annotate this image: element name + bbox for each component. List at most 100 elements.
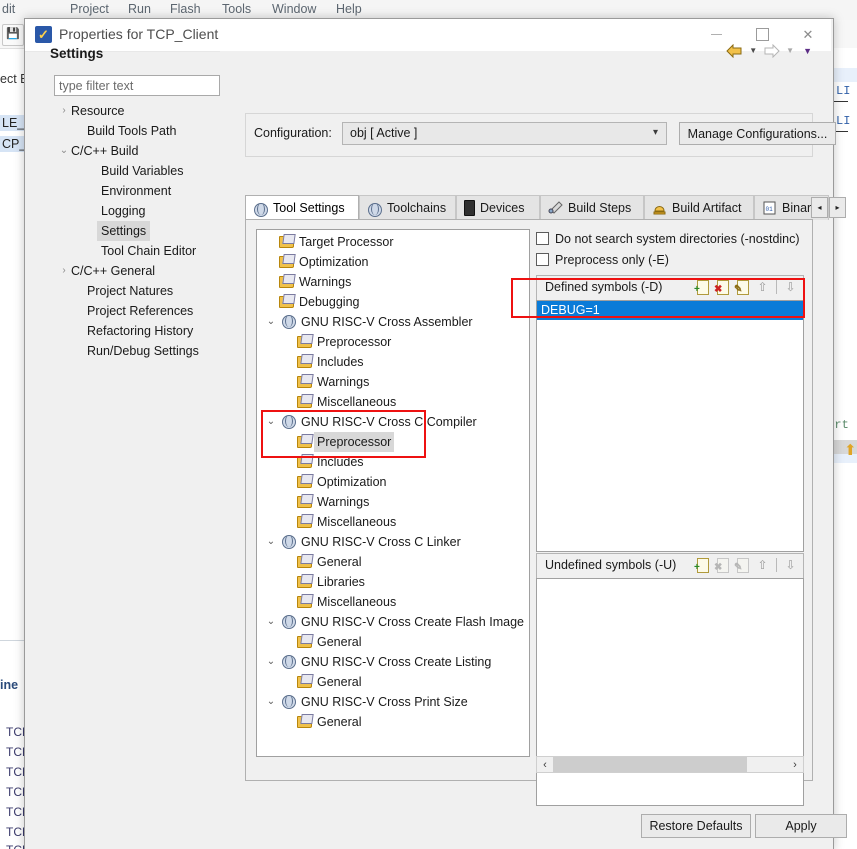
chevron-down-icon[interactable]: ⌄ (265, 532, 277, 552)
tab-build-steps[interactable]: Build Steps (540, 195, 644, 220)
tool-item-asm-warnings[interactable]: Warnings (257, 372, 529, 392)
delete-icon[interactable]: ✖ (714, 279, 730, 295)
edit-icon: ✎ (734, 557, 750, 573)
editor-code-2: LI (836, 114, 851, 128)
scroll-right-button[interactable]: › (787, 757, 803, 772)
chevron-down-icon[interactable]: ⌄ (57, 141, 71, 161)
sidebar-item-cpp-general[interactable]: › C/C++ General (49, 261, 229, 281)
tab-scroll-right-button[interactable]: ▸ (829, 197, 846, 218)
tool-item-cc-preprocessor[interactable]: Preprocessor (257, 432, 529, 452)
tab-devices[interactable]: Devices (456, 195, 540, 220)
tool-group-c-compiler[interactable]: ⌄ GNU RISC-V Cross C Compiler (257, 412, 529, 432)
tool-group-c-linker[interactable]: ⌄ GNU RISC-V Cross C Linker (257, 532, 529, 552)
restore-defaults-button[interactable]: Restore Defaults (641, 814, 751, 838)
tool-item-cc-includes[interactable]: Includes (257, 452, 529, 472)
tool-item-cc-optimization[interactable]: Optimization (257, 472, 529, 492)
checkbox-row-nostdinc[interactable]: Do not search system directories (-nostd… (536, 228, 804, 249)
menu-edit[interactable]: dit (2, 2, 15, 16)
tool-item-flash-general[interactable]: General (257, 632, 529, 652)
back-dropdown-caret-icon[interactable]: ▼ (746, 46, 760, 55)
checkbox-preprocess-only[interactable] (536, 253, 549, 266)
sidebar-item-refactoring-history[interactable]: Refactoring History (49, 321, 229, 341)
sidebar-item-resource[interactable]: › Resource (49, 101, 229, 121)
menu-project[interactable]: Project (70, 2, 109, 16)
tool-tree-box[interactable]: Target Processor Optimization Warnings D… (256, 229, 530, 757)
forward-dropdown-caret-icon[interactable]: ▼ (783, 46, 797, 55)
scrollbar-thumb[interactable] (553, 757, 748, 772)
sidebar-item-settings[interactable]: Settings (49, 221, 229, 241)
move-up-icon[interactable]: ⇧ (755, 280, 770, 294)
tool-label: Debugging (299, 295, 360, 309)
scroll-left-button[interactable]: ‹ (537, 757, 553, 772)
chevron-down-icon[interactable]: ⌄ (265, 312, 277, 332)
tool-label: Warnings (317, 375, 370, 389)
tool-item-debugging[interactable]: Debugging (257, 292, 529, 312)
tool-item-target-processor[interactable]: Target Processor (257, 232, 529, 252)
sidebar-item-build-variables[interactable]: Build Variables (49, 161, 229, 181)
up-arrow-icon[interactable]: ⬆ (844, 441, 857, 459)
menu-window[interactable]: Window (272, 2, 316, 16)
menu-help[interactable]: Help (336, 2, 362, 16)
chevron-down-icon[interactable]: ⌄ (265, 692, 277, 712)
tool-item-listing-general[interactable]: General (257, 672, 529, 692)
tool-item-asm-preprocessor[interactable]: Preprocessor (257, 332, 529, 352)
sidebar-item-cpp-build[interactable]: ⌄ C/C++ Build (49, 141, 229, 161)
sidebar-item-environment[interactable]: Environment (49, 181, 229, 201)
tool-group-create-flash-image[interactable]: ⌄ GNU RISC-V Cross Create Flash Image (257, 612, 529, 632)
sidebar-label: Refactoring History (87, 324, 194, 338)
tool-item-linker-miscellaneous[interactable]: Miscellaneous (257, 592, 529, 612)
edit-icon[interactable]: ✎ (734, 279, 750, 295)
toolbar-save-button[interactable]: 💾 (2, 24, 24, 46)
sidebar-item-logging[interactable]: Logging (49, 201, 229, 221)
menu-run[interactable]: Run (128, 2, 151, 16)
add-icon[interactable]: + (694, 279, 710, 295)
sidebar-item-project-references[interactable]: Project References (49, 301, 229, 321)
checkbox-nostdinc[interactable] (536, 232, 549, 245)
tool-item-warnings-top[interactable]: Warnings (257, 272, 529, 292)
menu-tools[interactable]: Tools (222, 2, 251, 16)
scrollbar-track[interactable] (553, 757, 787, 772)
menu-flash[interactable]: Flash (170, 2, 201, 16)
defined-symbols-list[interactable]: DEBUG=1 (536, 300, 804, 552)
apply-button[interactable]: Apply (755, 814, 847, 838)
tool-group-print-size[interactable]: ⌄ GNU RISC-V Cross Print Size (257, 692, 529, 712)
forward-arrow-icon[interactable] (763, 43, 780, 58)
tool-item-printsize-general[interactable]: General (257, 712, 529, 732)
tool-item-optimization-asm[interactable]: Optimization (257, 252, 529, 272)
chevron-right-icon[interactable]: › (57, 261, 71, 281)
tab-tool-settings[interactable]: Tool Settings (245, 195, 359, 220)
artifact-icon (653, 206, 666, 215)
tool-item-linker-general[interactable]: General (257, 552, 529, 572)
tool-label: Preprocessor (317, 335, 392, 349)
wrench-icon (548, 201, 563, 214)
filter-input[interactable] (54, 75, 220, 96)
back-arrow-icon[interactable] (726, 43, 743, 58)
move-down-icon[interactable]: ⇩ (783, 280, 798, 294)
tab-scroll-left-button[interactable]: ◂ (811, 197, 828, 218)
chevron-down-icon[interactable]: ⌄ (265, 652, 277, 672)
sidebar-item-run-debug-settings[interactable]: Run/Debug Settings (49, 341, 229, 361)
options-horizontal-scrollbar[interactable]: ‹ › (536, 756, 804, 773)
tool-item-cc-warnings[interactable]: Warnings (257, 492, 529, 512)
configuration-select[interactable]: obj [ Active ] ▾ (342, 122, 667, 145)
sidebar-item-build-tools-path[interactable]: Build Tools Path (49, 121, 229, 141)
tab-toolchains[interactable]: Toolchains (359, 195, 456, 220)
page-title: Settings (50, 46, 104, 61)
checkbox-row-preprocess-only[interactable]: Preprocess only (-E) (536, 249, 804, 270)
tool-item-asm-includes[interactable]: Includes (257, 352, 529, 372)
tool-item-linker-libraries[interactable]: Libraries (257, 572, 529, 592)
chevron-down-icon[interactable]: ⌄ (265, 612, 277, 632)
tool-group-cross-assembler[interactable]: ⌄ GNU RISC-V Cross Assembler (257, 312, 529, 332)
menu-dropdown-caret-icon[interactable]: ▼ (800, 46, 815, 56)
sidebar-item-project-natures[interactable]: Project Natures (49, 281, 229, 301)
chevron-right-icon[interactable]: › (57, 101, 71, 121)
add-icon[interactable]: + (694, 557, 710, 573)
tool-item-asm-miscellaneous[interactable]: Miscellaneous (257, 392, 529, 412)
tab-build-artifact[interactable]: Build Artifact (644, 195, 754, 220)
chevron-down-icon[interactable]: ⌄ (265, 412, 277, 432)
manage-configurations-button[interactable]: Manage Configurations... (679, 122, 836, 145)
sidebar-item-tool-chain-editor[interactable]: Tool Chain Editor (49, 241, 229, 261)
tool-group-create-listing[interactable]: ⌄ GNU RISC-V Cross Create Listing (257, 652, 529, 672)
symbol-row-debug[interactable]: DEBUG=1 (537, 301, 803, 320)
tool-item-cc-miscellaneous[interactable]: Miscellaneous (257, 512, 529, 532)
